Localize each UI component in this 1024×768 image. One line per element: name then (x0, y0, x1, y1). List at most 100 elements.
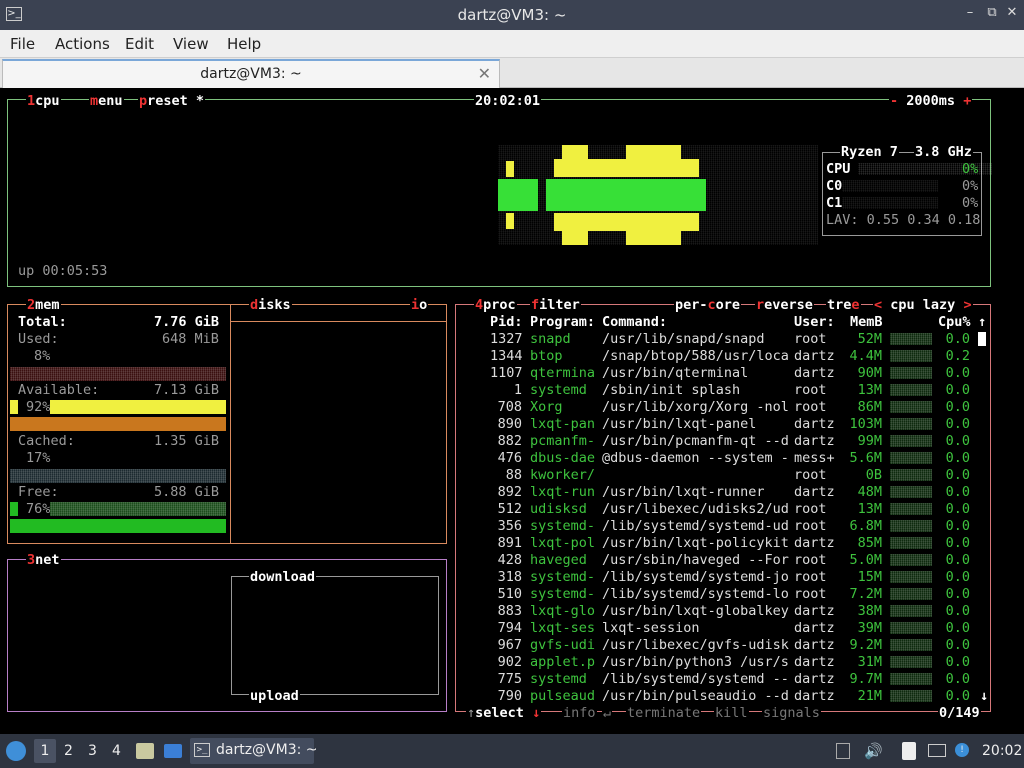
core-pct: 0% (962, 178, 979, 194)
workspace-3[interactable]: 3 (88, 743, 97, 759)
cell-pid: 512 (497, 501, 522, 517)
mem-free-meter (10, 502, 18, 516)
header-pid[interactable]: Pid: (490, 314, 523, 330)
start-menu-icon[interactable] (6, 741, 26, 761)
cell-program: systemd- (530, 518, 596, 534)
cell-pid: 1327 (490, 331, 523, 347)
minimize-icon[interactable]: – (962, 5, 978, 23)
cell-command: /snap/btop/588/usr/loca (602, 348, 789, 364)
cell-pid: 775 (497, 671, 522, 687)
network-icon[interactable] (928, 744, 946, 757)
cell-user: dartz (794, 603, 835, 619)
header-user[interactable]: User: (794, 314, 835, 330)
scrollbar-thumb[interactable] (978, 332, 986, 346)
mem-free-graph (50, 502, 226, 516)
workspace-4[interactable]: 4 (112, 743, 121, 759)
header-program[interactable]: Program: (530, 314, 595, 330)
sort-selector[interactable]: < cpu lazy > (873, 297, 973, 313)
reverse-toggle[interactable]: reverse (755, 297, 814, 313)
cell-program: lxqt-pan (530, 416, 596, 432)
tab-close-icon[interactable]: ✕ (478, 64, 491, 83)
menu-view[interactable]: View (173, 35, 209, 53)
terminate-button[interactable]: terminate (626, 705, 702, 721)
taskbar-window-button[interactable]: >_ dartz@VM3: ~ (190, 738, 318, 764)
cpu-meter (890, 418, 932, 430)
filter-toggle[interactable]: filter (530, 297, 581, 313)
tree-toggle[interactable]: tree (826, 297, 861, 313)
download-label: download (249, 569, 317, 585)
cell-user: dartz (794, 535, 835, 551)
cpu-meter (890, 333, 932, 345)
header-command[interactable]: Command: (602, 314, 667, 330)
cell-program: btop (530, 348, 563, 364)
cell-cpu: 0.0 (945, 535, 970, 551)
cell-mem: 52M (857, 331, 882, 347)
cpu-meter (890, 656, 932, 668)
cell-mem: 9.2M (849, 637, 882, 653)
show-desktop-icon[interactable] (164, 744, 182, 758)
maximize-icon[interactable]: ⧉ (984, 5, 1000, 23)
menu-edit[interactable]: Edit (125, 35, 154, 53)
interval-control[interactable]: - 2000ms + (889, 93, 973, 109)
cell-user: root (794, 331, 827, 347)
clipboard-icon[interactable] (836, 743, 850, 759)
signals-button[interactable]: signals (762, 705, 821, 721)
close-icon[interactable]: ✕ (1004, 5, 1020, 23)
mem-cached-value: 1.35 GiB (154, 433, 220, 449)
terminal-tab[interactable]: dartz@VM3: ~ ✕ (2, 59, 500, 88)
cell-cpu: 0.0 (945, 484, 970, 500)
cell-program: haveged (530, 552, 587, 568)
notes-icon[interactable] (902, 742, 916, 760)
cell-pid: 510 (497, 586, 522, 602)
menu-actions[interactable]: Actions (55, 35, 110, 53)
cell-user: dartz (794, 433, 835, 449)
header-cpu[interactable]: Cpu% (938, 314, 971, 330)
cell-pid: 967 (497, 637, 522, 653)
cell-pid: 428 (497, 552, 522, 568)
cpu-meter (890, 401, 932, 413)
proc-box-title[interactable]: 4proc (474, 297, 517, 313)
taskbar-clock[interactable]: 20:02 (982, 743, 1022, 759)
cell-mem: 38M (857, 603, 882, 619)
cell-pid: 1107 (490, 365, 523, 381)
cell-mem: 13M (857, 382, 882, 398)
kill-button[interactable]: kill (714, 705, 749, 721)
mem-box-title[interactable]: 2mem (26, 297, 61, 313)
io-toggle[interactable]: io (410, 297, 429, 313)
net-box-title[interactable]: 3net (26, 552, 61, 568)
workspace-1[interactable]: 1 (34, 739, 56, 763)
cell-mem: 39M (857, 620, 882, 636)
mem-divider (230, 305, 231, 543)
disks-box-title[interactable]: disks (249, 297, 292, 313)
cell-cpu: 0.2 (945, 348, 970, 364)
workspace-2[interactable]: 2 (64, 743, 73, 759)
terminal-area[interactable]: 1cpu menu preset * 20:02:01 - 2000ms + u… (0, 89, 1024, 734)
cell-cpu: 0.0 (945, 552, 970, 568)
preset-toggle[interactable]: preset * (138, 93, 206, 109)
window-titlebar: >_ dartz@VM3: ~ – ⧉ ✕ (0, 0, 1024, 30)
cpu-meter (890, 622, 932, 634)
core-pct: 0% (962, 195, 979, 211)
cell-user: dartz (794, 620, 835, 636)
info-button[interactable]: info (562, 705, 597, 721)
mem-used-label: Used: (18, 331, 59, 347)
cpu-box-title[interactable]: 1cpu (26, 93, 61, 109)
per-core-toggle[interactable]: per-core (674, 297, 742, 313)
cell-mem: 4.4M (849, 348, 882, 364)
cell-program: qtermina (530, 365, 596, 381)
volume-icon[interactable]: 🔊 (864, 742, 883, 760)
menu-file[interactable]: File (10, 35, 35, 53)
cell-command: /lib/systemd/systemd -- (602, 671, 789, 687)
update-notifier-icon[interactable]: ! (955, 743, 969, 757)
cell-user: dartz (794, 654, 835, 670)
scroll-up-icon[interactable]: ↑ (978, 314, 986, 330)
cell-pid: 890 (497, 416, 522, 432)
enter-icon: ↵ (602, 705, 613, 721)
select-control[interactable]: ↑select ↓ (466, 705, 542, 721)
file-manager-icon[interactable] (136, 743, 154, 759)
menu-toggle[interactable]: menu (89, 93, 124, 109)
header-mem[interactable]: MemB (850, 314, 883, 330)
cell-mem: 86M (857, 399, 882, 415)
scroll-down-icon[interactable]: ↓ (980, 688, 988, 704)
menu-help[interactable]: Help (227, 35, 261, 53)
